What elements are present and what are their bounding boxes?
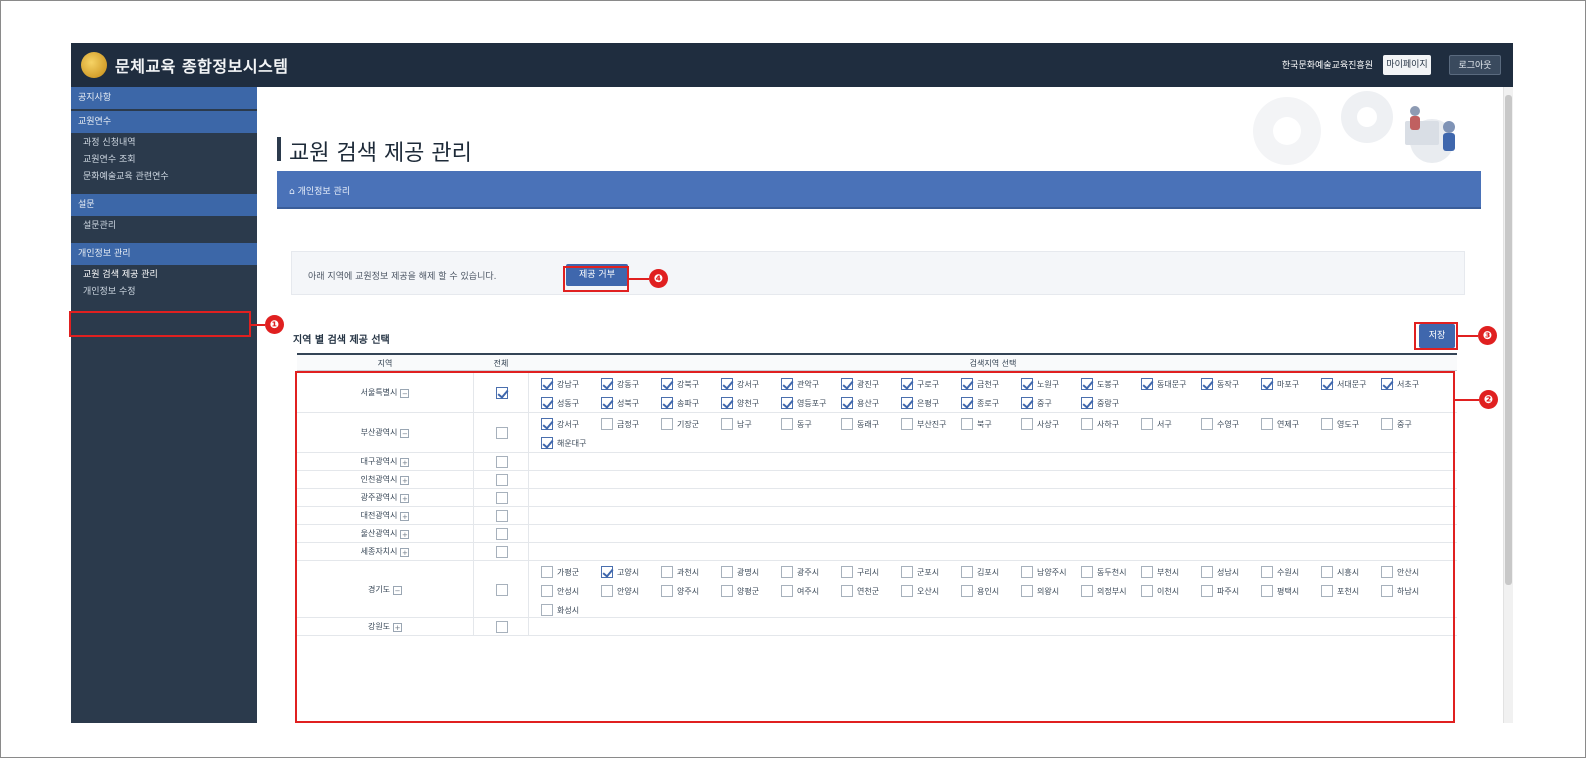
region-selection-title: 지역 별 검색 제공 선택 <box>293 335 390 346</box>
brand-title[interactable]: 문체교육 종합정보시스템 <box>115 53 289 77</box>
notice-panel: 아래 지역에 교원정보 제공을 해제 할 수 있습니다. 제공 거부 <box>291 251 1465 295</box>
sidebar-item-teacher-search-provision[interactable]: 교원 검색 제공 관리 <box>71 267 257 284</box>
section-header-bar: ⌂ 개인정보 관리 <box>277 171 1481 209</box>
annotation-box-2 <box>295 371 1455 723</box>
sidebar-section-training[interactable]: 교원연수 <box>71 111 257 133</box>
sidebar-item-survey-manage[interactable]: 설문관리 <box>71 218 257 235</box>
sidebar-section-survey[interactable]: 설문 <box>71 194 257 216</box>
sidebar: 공지사항 교원연수 과정 신청내역 교원연수 조회 문화예술교육 관련연수 설문… <box>71 87 257 723</box>
sidebar-item-training-lookup[interactable]: 교원연수 조회 <box>71 152 257 169</box>
table-header: 지역 전체 검색지역 선택 <box>297 353 1457 371</box>
annotation-badge-1: ❶ <box>265 315 284 334</box>
header-all: 전체 <box>493 359 509 368</box>
header-region: 지역 <box>377 359 393 368</box>
sidebar-item-related-training[interactable]: 문화예술교육 관련연수 <box>71 169 257 186</box>
sidebar-section-privacy[interactable]: 개인정보 관리 <box>71 243 257 265</box>
user-info: 한국문화예술교육진흥원 <box>1282 58 1373 71</box>
vertical-scrollbar[interactable] <box>1503 87 1513 723</box>
annotation-badge-4: ❹ <box>649 269 668 288</box>
sidebar-item-edit-profile[interactable]: 개인정보 수정 <box>71 284 257 301</box>
page-title: 교원 검색 제공 관리 <box>289 141 472 166</box>
annotation-badge-3: ❸ <box>1478 326 1497 345</box>
sidebar-section-notice[interactable]: 공지사항 <box>71 87 257 109</box>
title-accent-bar <box>277 137 281 161</box>
notice-text: 아래 지역에 교원정보 제공을 해제 할 수 있습니다. <box>308 272 497 282</box>
logout-button[interactable]: 로그아웃 <box>1449 55 1501 75</box>
annotation-box-1 <box>69 311 251 337</box>
annotation-line-1 <box>251 324 265 326</box>
scrollbar-thumb[interactable] <box>1505 95 1512 585</box>
annotation-badge-2: ❷ <box>1479 390 1498 409</box>
top-navigation-bar: 문체교육 종합정보시스템 한국문화예술교육진흥원 마이페이지 로그아웃 <box>71 43 1513 87</box>
user-organization: 한국문화예술교육진흥원 <box>1281 61 1373 71</box>
sidebar-item-course-history[interactable]: 과정 신청내역 <box>71 135 257 152</box>
annotation-line-2 <box>1455 399 1479 401</box>
breadcrumb-label: 개인정보 관리 <box>297 187 351 197</box>
annotation-line-3 <box>1458 335 1478 337</box>
breadcrumb: ⌂ 개인정보 관리 <box>289 187 351 197</box>
annotation-box-3 <box>1414 322 1458 350</box>
mypage-button[interactable]: 마이페이지 <box>1383 55 1431 75</box>
gears-illustration-icon <box>1253 91 1455 165</box>
logo-icon[interactable] <box>81 52 107 78</box>
annotation-box-4 <box>563 266 629 292</box>
header-district-select: 검색지역 선택 <box>969 359 1017 368</box>
screenshot-frame: 문체교육 종합정보시스템 한국문화예술교육진흥원 마이페이지 로그아웃 공지사항… <box>0 0 1586 758</box>
annotation-line-4 <box>629 278 649 280</box>
